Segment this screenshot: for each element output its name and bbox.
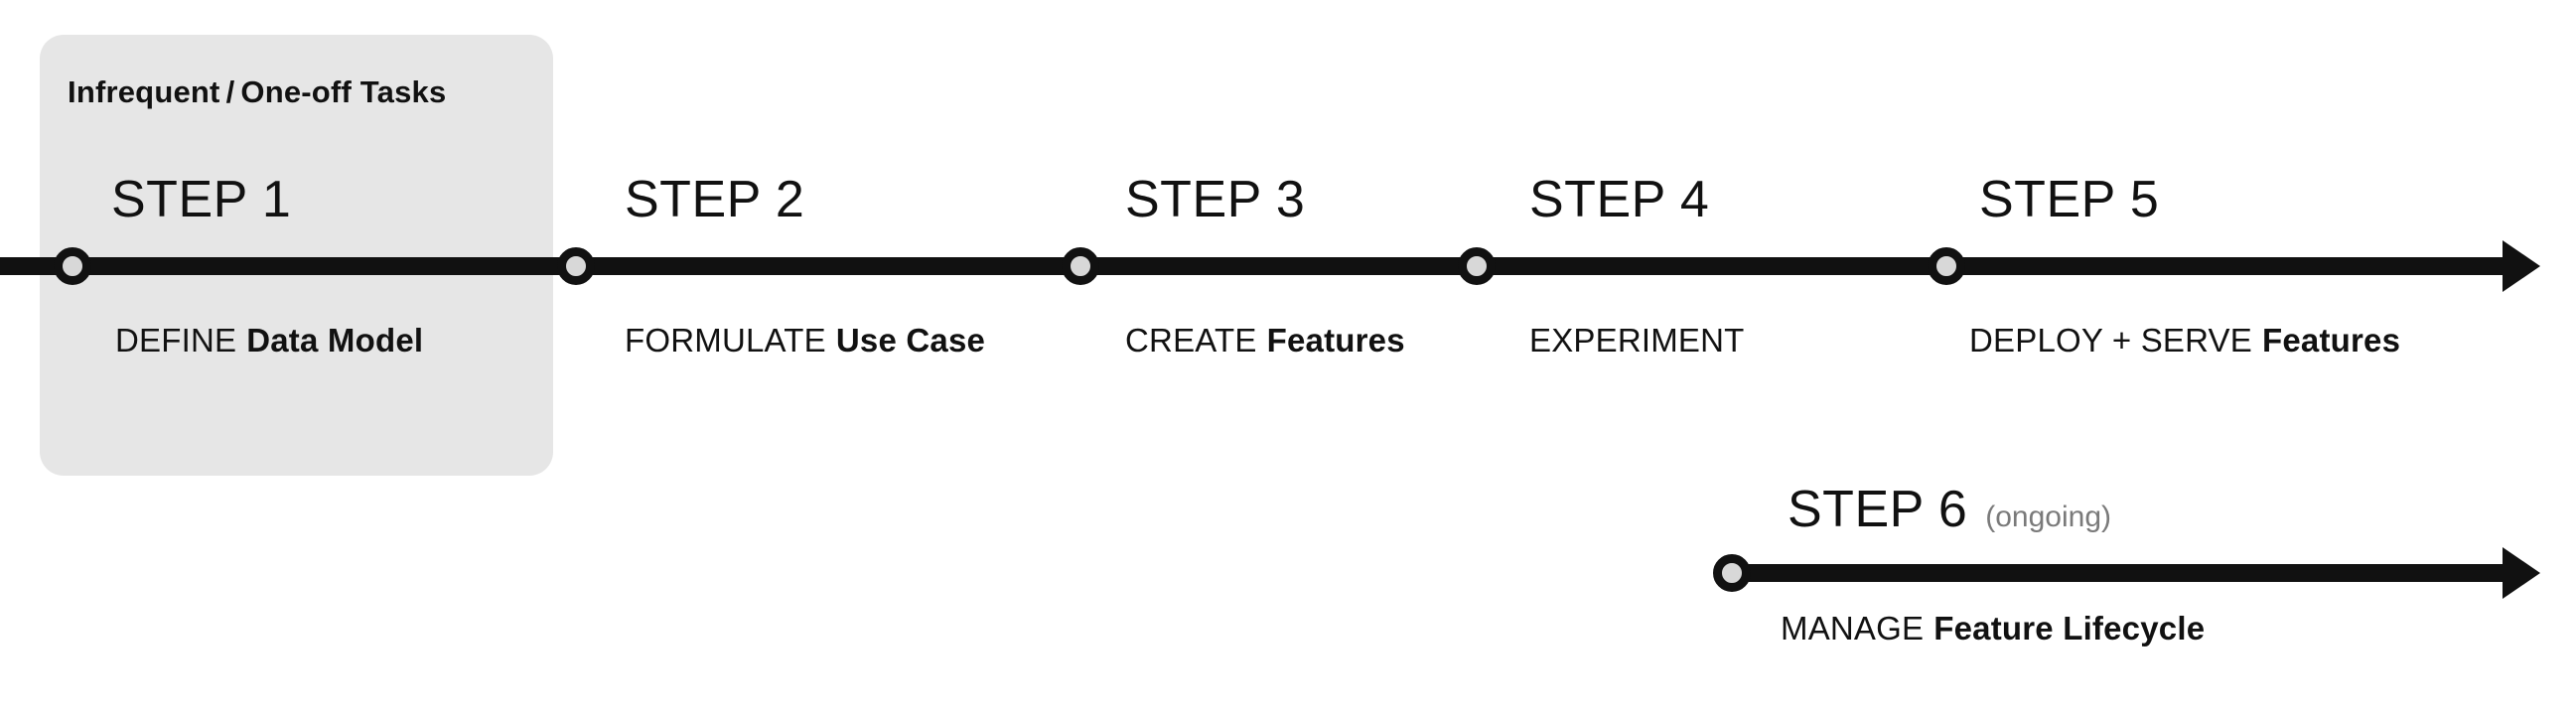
infrequent-tasks-caption-left: Infrequent bbox=[68, 74, 220, 109]
step-4-subtitle-plain: EXPERIMENT bbox=[1529, 322, 1745, 359]
step-2-subtitle-strong: Use Case bbox=[835, 322, 986, 359]
infrequent-tasks-caption-right: One-off Tasks bbox=[240, 74, 447, 109]
step-2-subtitle-plain: FORMULATE bbox=[625, 322, 826, 359]
timeline-node-step-5[interactable] bbox=[1928, 247, 1965, 285]
step-2-title: STEP 2 bbox=[625, 171, 805, 228]
timeline-node-step-4[interactable] bbox=[1458, 247, 1496, 285]
timeline-node-step-2[interactable] bbox=[557, 247, 595, 285]
step-3-title: STEP 3 bbox=[1125, 171, 1306, 228]
timeline-node-step-3[interactable] bbox=[1062, 247, 1099, 285]
step-1-subtitle-plain: DEFINE bbox=[115, 322, 237, 359]
step-3-subtitle-strong: Features bbox=[1266, 322, 1405, 359]
step-5-subtitle: DEPLOY + SERVE Features bbox=[1969, 324, 2400, 357]
step-4-subtitle-strong bbox=[1745, 322, 1755, 359]
step-4-title: STEP 4 bbox=[1529, 171, 1710, 228]
step-6-subtitle: MANAGE Feature Lifecycle bbox=[1781, 612, 2205, 645]
ongoing-timeline-arrow-icon bbox=[2503, 547, 2540, 599]
step-6-note: (ongoing) bbox=[1985, 501, 2112, 533]
infrequent-tasks-caption-separator: / bbox=[225, 74, 235, 109]
process-timeline-diagram: Infrequent / One-off Tasks STEP 1 DEFINE Da… bbox=[0, 0, 2576, 719]
step-6-subtitle-strong: Feature Lifecycle bbox=[1933, 610, 2206, 647]
step-5-subtitle-plain: DEPLOY + SERVE bbox=[1969, 322, 2252, 359]
infrequent-tasks-caption: Infrequent / One-off Tasks bbox=[68, 74, 446, 110]
main-timeline-rail bbox=[0, 257, 2503, 275]
step-6-heading: STEP 6 (ongoing) bbox=[1788, 484, 2111, 535]
step-1-subtitle-strong: Data Model bbox=[246, 322, 424, 359]
step-3-subtitle: CREATE Features bbox=[1125, 324, 1405, 357]
step-5-subtitle-strong: Features bbox=[2261, 322, 2401, 359]
main-timeline-arrow-icon bbox=[2503, 240, 2540, 292]
step-2-subtitle: FORMULATE Use Case bbox=[625, 324, 985, 357]
step-5-title: STEP 5 bbox=[1979, 171, 2160, 228]
timeline-node-step-6[interactable] bbox=[1713, 554, 1751, 592]
ongoing-timeline-rail bbox=[1732, 564, 2503, 582]
step-1-title: STEP 1 bbox=[111, 171, 292, 228]
step-1-subtitle: DEFINE Data Model bbox=[115, 324, 423, 357]
step-6-subtitle-plain: MANAGE bbox=[1781, 610, 1925, 647]
step-3-subtitle-plain: CREATE bbox=[1125, 322, 1257, 359]
step-6-title: STEP 6 bbox=[1788, 481, 1968, 538]
timeline-node-step-1[interactable] bbox=[54, 247, 91, 285]
step-4-subtitle: EXPERIMENT bbox=[1529, 324, 1755, 357]
